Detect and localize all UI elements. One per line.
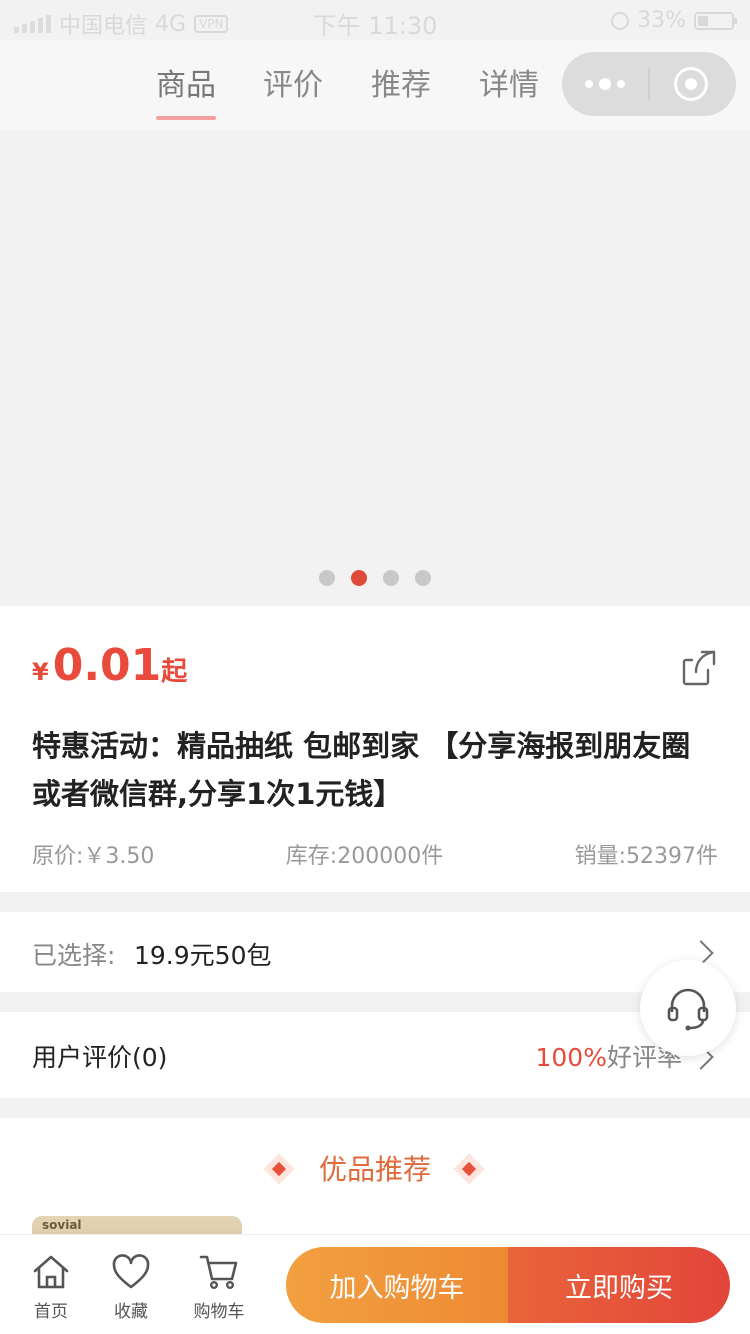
user-reviews-row[interactable]: 用户评价(0) 100%好评率 bbox=[0, 1012, 750, 1098]
customer-service-button[interactable] bbox=[640, 960, 736, 1056]
nav-home-label: 首页 bbox=[34, 1302, 68, 1322]
recommend-section: 优品推荐 sovial bbox=[0, 1118, 750, 1256]
product-page: 中国电信 4G VPN 下午 11:30 33% 商品 评价 推荐 详情 ¥ 0… bbox=[0, 0, 750, 1334]
spec-selected-value: 19.9元50包 bbox=[134, 941, 272, 970]
more-menu-icon[interactable] bbox=[562, 52, 648, 116]
buy-now-button[interactable]: 立即购买 bbox=[508, 1247, 730, 1323]
recommend-title: 优品推荐 bbox=[318, 1153, 431, 1186]
reviews-label: 用户评价(0) bbox=[32, 1043, 168, 1072]
battery-icon bbox=[694, 11, 737, 30]
currency-symbol: ¥ bbox=[32, 658, 49, 686]
nav-cart-label: 购物车 bbox=[193, 1302, 245, 1322]
tab-recommend[interactable]: 推荐 bbox=[371, 60, 431, 104]
price-suffix: 起 bbox=[161, 657, 188, 687]
capsule-divider bbox=[648, 68, 650, 100]
rotation-lock-icon bbox=[611, 11, 630, 30]
original-price: 原价:￥3.50 bbox=[32, 844, 155, 869]
spec-selector-row[interactable]: 已选择: 19.9元50包 bbox=[0, 912, 750, 992]
shopping-cart-icon bbox=[199, 1255, 238, 1290]
thumbnail-brand-text: sovial bbox=[42, 1218, 82, 1232]
product-price: ¥ 0.01 起 bbox=[32, 640, 187, 691]
carousel-dot[interactable] bbox=[383, 570, 399, 586]
positive-rate-percent: 100% bbox=[535, 1043, 607, 1072]
nav-favorite-label: 收藏 bbox=[114, 1302, 148, 1322]
carousel-dot[interactable] bbox=[415, 570, 431, 586]
share-icon[interactable] bbox=[680, 648, 720, 688]
sales-count: 销量:52397件 bbox=[574, 844, 718, 869]
status-right: 33% bbox=[611, 8, 737, 33]
stock-count: 库存:200000件 bbox=[285, 844, 444, 869]
battery-percent: 33% bbox=[637, 8, 686, 33]
tab-reviews[interactable]: 评价 bbox=[263, 60, 323, 104]
tab-details[interactable]: 详情 bbox=[479, 60, 539, 104]
nav-cart-button[interactable]: 购物车 bbox=[184, 1253, 254, 1322]
product-title: 特惠活动：精品抽纸 包邮到家 【分享海报到朋友圈或者微信群,分享1次1元钱】 bbox=[32, 729, 691, 811]
carousel-dot-active[interactable] bbox=[351, 570, 367, 586]
home-icon bbox=[33, 1255, 69, 1289]
headset-icon bbox=[667, 988, 709, 1031]
purchase-actions: 加入购物车 立即购买 bbox=[286, 1247, 730, 1323]
close-mini-program-icon[interactable] bbox=[674, 67, 708, 101]
product-info-card: ¥ 0.01 起 特惠活动：精品抽纸 包邮到家 【分享海报到朋友圈或者微信群,分… bbox=[0, 606, 750, 892]
carousel-dot[interactable] bbox=[319, 570, 335, 586]
spec-selected-label: 已选择: bbox=[32, 941, 116, 970]
top-tab-bar: 商品 评价 推荐 详情 bbox=[0, 40, 750, 130]
nav-favorite-button[interactable]: 收藏 bbox=[96, 1253, 166, 1322]
product-meta: 原价:￥3.50 库存:200000件 销量:52397件 bbox=[32, 838, 718, 870]
status-bar: 中国电信 4G VPN 下午 11:30 33% bbox=[0, 0, 750, 40]
bottom-action-bar: 首页 收藏 购物车 加入购物车 立即购买 bbox=[0, 1234, 750, 1334]
nav-home-button[interactable]: 首页 bbox=[16, 1253, 86, 1322]
carousel-indicator bbox=[0, 570, 750, 586]
product-image-carousel[interactable] bbox=[0, 130, 750, 606]
mini-program-capsule bbox=[562, 52, 736, 116]
add-to-cart-button[interactable]: 加入购物车 bbox=[286, 1247, 508, 1323]
price-value: 0.01 bbox=[52, 640, 162, 691]
tab-goods[interactable]: 商品 bbox=[156, 60, 216, 120]
heart-icon bbox=[112, 1254, 150, 1289]
